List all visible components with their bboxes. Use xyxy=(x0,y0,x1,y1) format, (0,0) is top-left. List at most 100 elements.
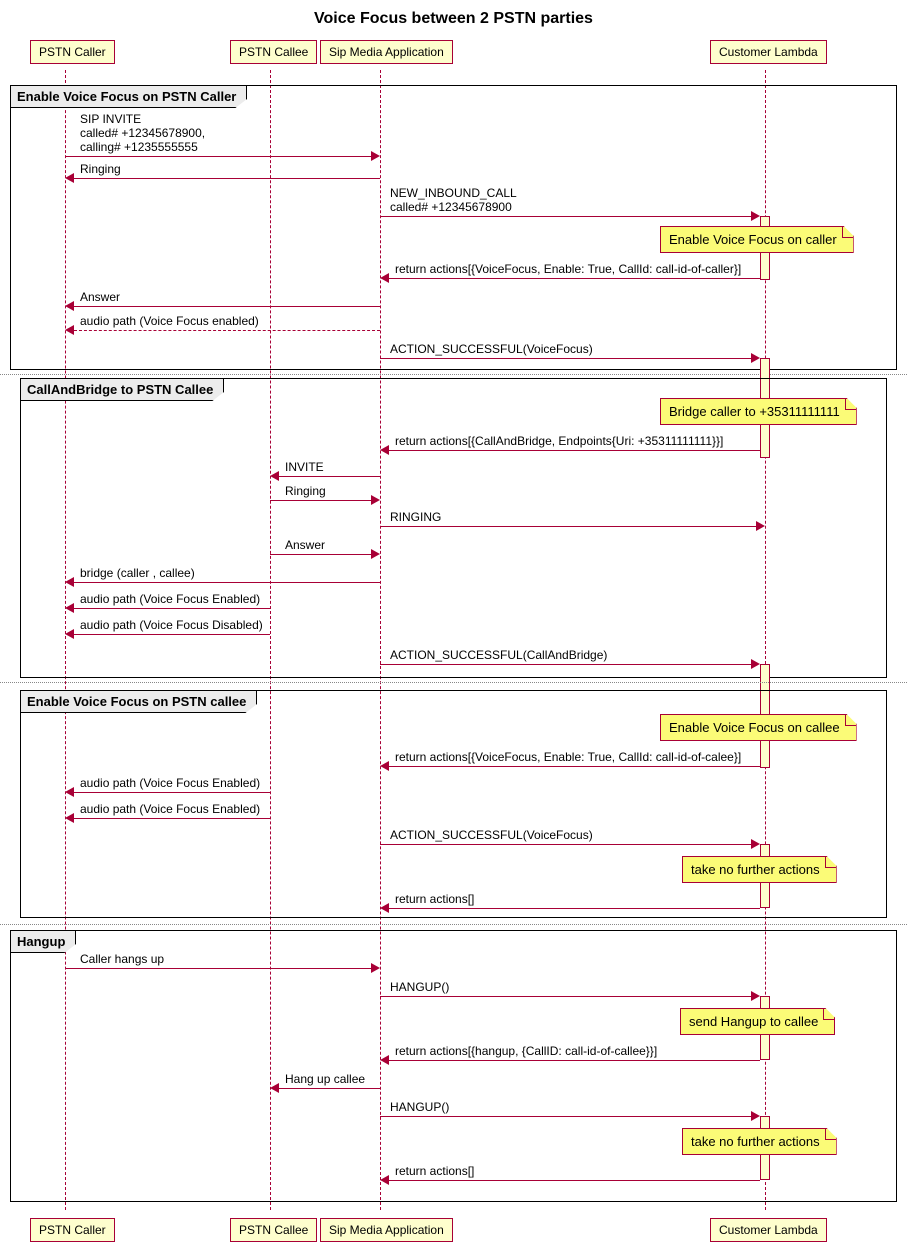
group-label: Enable Voice Focus on PSTN callee xyxy=(20,690,257,713)
msg-answer-2: Answer xyxy=(285,538,325,552)
msg-hang-up-callee: Hang up callee xyxy=(285,1072,365,1086)
arrow-head-icon xyxy=(751,659,760,669)
arrow xyxy=(389,278,760,279)
msg-return-hangup: return actions[{hangup, {CallID: call-id… xyxy=(395,1044,657,1058)
arrow xyxy=(74,306,380,307)
group-label: Enable Voice Focus on PSTN Caller xyxy=(10,85,247,108)
arrow xyxy=(380,996,756,997)
arrow-head-icon xyxy=(65,577,74,587)
arrow xyxy=(389,766,760,767)
arrow xyxy=(65,968,371,969)
arrow xyxy=(65,156,371,157)
msg-audio-path-2: audio path (Voice Focus Enabled) xyxy=(80,592,260,606)
msg-invite: INVITE xyxy=(285,460,324,474)
arrow-head-icon xyxy=(380,761,389,771)
group-label: Hangup xyxy=(10,930,76,953)
msg-caller-hangs-up: Caller hangs up xyxy=(80,952,164,966)
arrow-head-icon xyxy=(751,839,760,849)
arrow xyxy=(279,1088,380,1089)
arrow xyxy=(270,554,371,555)
group-separator xyxy=(0,374,907,375)
arrow xyxy=(74,330,380,331)
arrow xyxy=(380,1116,756,1117)
msg-audio-path-3: audio path (Voice Focus Disabled) xyxy=(80,618,263,632)
arrow-head-icon xyxy=(270,471,279,481)
group-label: CallAndBridge to PSTN Callee xyxy=(20,378,224,401)
arrow-head-icon xyxy=(751,991,760,1001)
msg-hangup-2: HANGUP() xyxy=(390,1100,449,1114)
note-no-further-2: take no further actions xyxy=(682,1128,837,1155)
msg-new-inbound-1: NEW_INBOUND_CALL xyxy=(390,186,517,200)
arrow xyxy=(270,500,371,501)
participant-caller-top: PSTN Caller xyxy=(30,40,115,64)
arrow xyxy=(279,476,380,477)
arrow xyxy=(389,450,760,451)
arrow xyxy=(380,664,756,665)
note-send-hangup: send Hangup to callee xyxy=(680,1008,835,1035)
arrow-head-icon xyxy=(380,273,389,283)
msg-sip-invite-1: SIP INVITE xyxy=(80,112,141,126)
arrow-head-icon xyxy=(270,1083,279,1093)
arrow-head-icon xyxy=(751,211,760,221)
note-no-further-1: take no further actions xyxy=(682,856,837,883)
participant-sma-top: Sip Media Application xyxy=(320,40,453,64)
note-bridge-caller: Bridge caller to +35311111111 xyxy=(660,398,857,425)
arrow-head-icon xyxy=(371,549,380,559)
note-enable-vf-callee: Enable Voice Focus on callee xyxy=(660,714,857,741)
msg-action-success-vf-1: ACTION_SUCCESSFUL(VoiceFocus) xyxy=(390,342,593,356)
arrow xyxy=(389,908,760,909)
msg-return-empty-2: return actions[] xyxy=(395,1164,474,1178)
arrow xyxy=(74,818,270,819)
note-enable-vf-caller: Enable Voice Focus on caller xyxy=(660,226,854,253)
arrow-head-icon xyxy=(65,787,74,797)
arrow xyxy=(389,1060,760,1061)
arrow xyxy=(74,792,270,793)
sequence-diagram: { "title": "Voice Focus between 2 PSTN p… xyxy=(0,0,907,1255)
arrow-head-icon xyxy=(65,301,74,311)
participant-sma-bottom: Sip Media Application xyxy=(320,1218,453,1242)
msg-bridge: bridge (caller , callee) xyxy=(80,566,195,580)
arrow xyxy=(380,844,756,845)
msg-audio-path-5: audio path (Voice Focus Enabled) xyxy=(80,802,260,816)
group-separator xyxy=(0,682,907,683)
arrow xyxy=(74,582,380,583)
msg-action-success-cab: ACTION_SUCCESSFUL(CallAndBridge) xyxy=(390,648,607,662)
arrow-head-icon xyxy=(65,603,74,613)
msg-ringing-1: Ringing xyxy=(80,162,121,176)
arrow-head-icon xyxy=(65,813,74,823)
msg-ringing-event: RINGING xyxy=(390,510,441,524)
arrow xyxy=(74,634,270,635)
diagram-title: Voice Focus between 2 PSTN parties xyxy=(0,10,907,28)
arrow-head-icon xyxy=(756,521,765,531)
participant-callee-top: PSTN Callee xyxy=(230,40,317,64)
participant-callee-bottom: PSTN Callee xyxy=(230,1218,317,1242)
msg-audio-path-1: audio path (Voice Focus enabled) xyxy=(80,314,259,328)
participant-caller-bottom: PSTN Caller xyxy=(30,1218,115,1242)
arrow xyxy=(380,358,756,359)
group-separator xyxy=(0,924,907,925)
arrow-head-icon xyxy=(65,325,74,335)
participant-lambda-bottom: Customer Lambda xyxy=(710,1218,827,1242)
arrow-head-icon xyxy=(371,151,380,161)
arrow xyxy=(380,526,756,527)
arrow xyxy=(380,216,756,217)
msg-audio-path-4: audio path (Voice Focus Enabled) xyxy=(80,776,260,790)
arrow xyxy=(74,608,270,609)
arrow xyxy=(389,1180,760,1181)
arrow-head-icon xyxy=(65,173,74,183)
msg-answer-1: Answer xyxy=(80,290,120,304)
arrow-head-icon xyxy=(371,495,380,505)
arrow-head-icon xyxy=(380,1055,389,1065)
arrow-head-icon xyxy=(380,1175,389,1185)
arrow-head-icon xyxy=(751,1111,760,1121)
arrow-head-icon xyxy=(65,629,74,639)
arrow-head-icon xyxy=(380,445,389,455)
msg-action-success-vf-2: ACTION_SUCCESSFUL(VoiceFocus) xyxy=(390,828,593,842)
msg-return-empty-1: return actions[] xyxy=(395,892,474,906)
msg-return-callandbridge: return actions[{CallAndBridge, Endpoints… xyxy=(395,434,723,448)
msg-sip-invite-3: calling# +1235555555 xyxy=(80,140,198,154)
msg-hangup-1: HANGUP() xyxy=(390,980,449,994)
msg-return-vf-caller: return actions[{VoiceFocus, Enable: True… xyxy=(395,262,741,276)
arrow-head-icon xyxy=(751,353,760,363)
msg-new-inbound-2: called# +12345678900 xyxy=(390,200,512,214)
